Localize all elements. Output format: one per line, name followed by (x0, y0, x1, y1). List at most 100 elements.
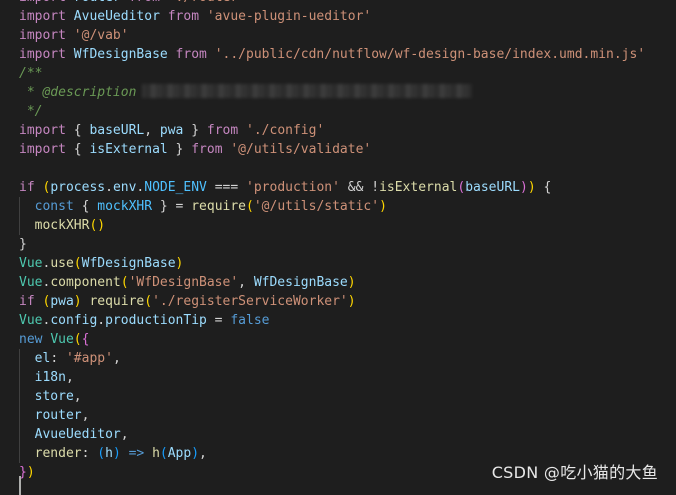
code-token: ) (191, 446, 200, 461)
code-token: : (81, 446, 98, 461)
code-token: } (19, 237, 27, 252)
code-line[interactable]: el: '#app', (19, 349, 676, 368)
code-token: === (206, 180, 247, 195)
code-content[interactable]: import router from './router'import Avue… (19, 0, 676, 495)
code-line[interactable]: import { baseURL, pwa } from './config' (19, 121, 676, 140)
code-token: , (238, 275, 254, 290)
code-line[interactable]: /** (19, 64, 676, 83)
code-token: /** (19, 66, 43, 81)
code-token: import (19, 47, 66, 62)
code-token: isExternal (89, 142, 168, 157)
code-token: h (105, 446, 113, 461)
code-token: import (19, 9, 66, 24)
code-line[interactable]: const { mockXHR } = require('@/utils/sta… (19, 197, 676, 216)
code-line[interactable]: i18n, (19, 368, 676, 387)
code-token: from (167, 9, 200, 24)
code-line[interactable]: AvueUeditor, (19, 425, 676, 444)
code-token: { (65, 142, 90, 157)
code-token: render (34, 446, 82, 461)
code-line[interactable]: import { isExternal } from '@/utils/vali… (19, 140, 676, 159)
code-token: false (230, 313, 270, 328)
code-line[interactable]: import AvueUeditor from 'avue-plugin-ued… (19, 7, 676, 26)
code-token: from (175, 47, 207, 62)
code-token: ) (73, 294, 82, 309)
code-token: WfDesignBase (81, 256, 176, 271)
code-token: ( (457, 180, 466, 195)
code-token: from (191, 142, 223, 157)
code-token: '#app' (65, 351, 113, 366)
code-token: = (206, 313, 231, 328)
code-line[interactable]: mockXHR() (19, 216, 676, 235)
code-token: ( (97, 446, 106, 461)
code-token: ( (73, 332, 82, 347)
code-token: ) (347, 275, 356, 290)
code-token: '@/utils/validate' (230, 142, 372, 157)
code-token: './router' (168, 0, 246, 5)
code-token: '@/vab' (73, 28, 129, 43)
code-token: AvueUeditor (73, 9, 160, 24)
code-token: if (19, 294, 35, 309)
code-token: => (128, 446, 145, 461)
code-token: . (97, 313, 106, 328)
code-token: store (34, 389, 74, 404)
code-line[interactable]: store, (19, 387, 676, 406)
code-token: h (152, 446, 160, 461)
code-line[interactable]: import '@/vab' (19, 26, 676, 45)
code-token: } (183, 123, 207, 138)
code-editor[interactable]: import router from './router'import Avue… (0, 0, 676, 495)
code-line[interactable]: new Vue({ (19, 330, 676, 349)
code-token: AvueUeditor (34, 427, 121, 442)
code-line[interactable]: import router from './router' (19, 0, 676, 7)
code-line[interactable] (19, 159, 676, 178)
code-line[interactable]: router, (19, 406, 676, 425)
code-token: WfDesignBase (253, 275, 348, 290)
code-token: { (81, 332, 90, 347)
code-token: Vue (50, 332, 74, 347)
code-token: isExternal (379, 180, 458, 195)
code-token: ) (26, 465, 35, 480)
code-token: './config' (246, 123, 325, 138)
code-token: new (19, 332, 43, 347)
code-token: import (19, 142, 66, 157)
code-line[interactable]: Vue.component('WfDesignBase', WfDesignBa… (19, 273, 676, 292)
code-line[interactable]: if (process.env.NODE_ENV === 'production… (19, 178, 676, 197)
code-token: Vue (19, 313, 43, 328)
code-token: import (19, 123, 66, 138)
code-token: , (81, 408, 90, 423)
code-token: ( (120, 275, 129, 290)
code-token: i18n (34, 370, 66, 385)
code-line[interactable]: * @description (19, 83, 676, 102)
code-line[interactable]: import WfDesignBase from '../public/cdn/… (19, 45, 676, 64)
code-token: ) (527, 180, 536, 195)
code-token: baseURL (89, 123, 145, 138)
code-token: */ (19, 104, 43, 119)
text-cursor (19, 476, 21, 495)
code-token: , (73, 389, 82, 404)
code-token: } = (152, 199, 192, 214)
code-token: App (167, 446, 192, 461)
code-line[interactable] (19, 482, 676, 495)
code-token: Vue (19, 275, 43, 290)
code-line[interactable]: */ (19, 102, 676, 121)
code-token: import (19, 28, 66, 43)
code-token: ) (347, 294, 356, 309)
code-token: from (206, 123, 239, 138)
code-line[interactable]: if (pwa) require('./registerServiceWorke… (19, 292, 676, 311)
code-token: env (112, 180, 137, 195)
code-line[interactable]: Vue.use(WfDesignBase) (19, 254, 676, 273)
code-line[interactable]: Vue.config.productionTip = false (19, 311, 676, 330)
code-token: '../public/cdn/nutflow/wf-design-base/in… (214, 47, 646, 62)
code-token: import (19, 0, 66, 5)
code-token: require (191, 199, 247, 214)
code-line[interactable]: } (19, 235, 676, 254)
code-token: config (50, 313, 98, 328)
